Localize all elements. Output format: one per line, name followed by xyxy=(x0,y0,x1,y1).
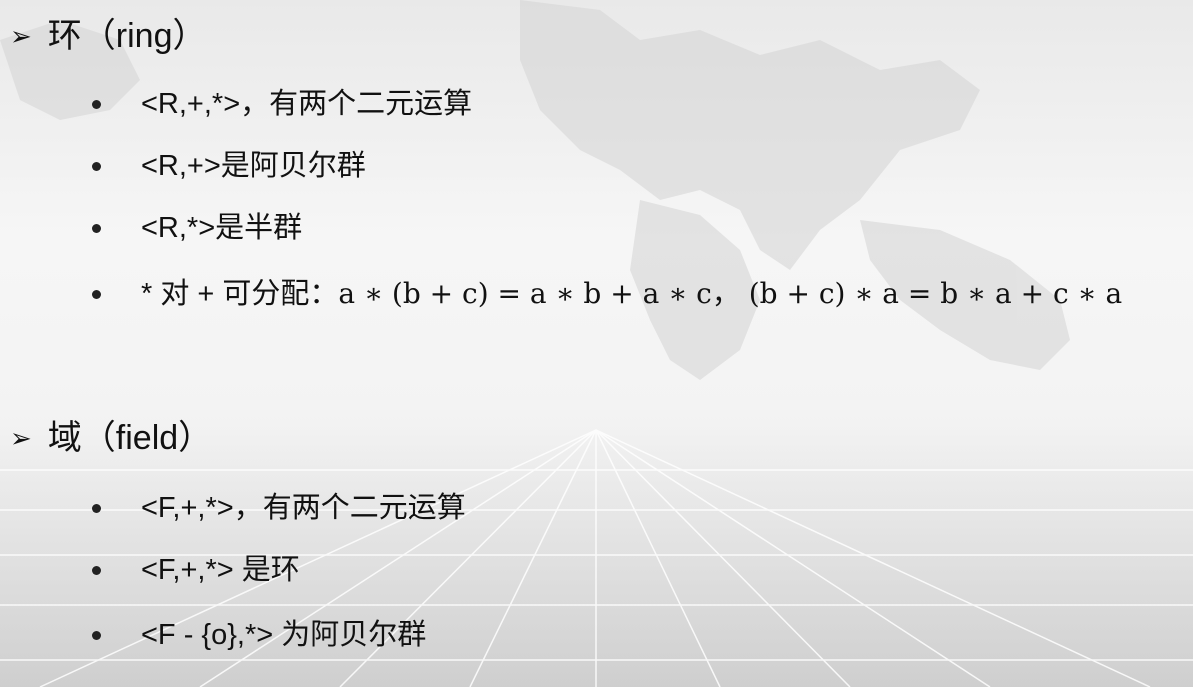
ring-item-3-text: <R,*>是半群 xyxy=(141,212,303,244)
field-item-3-text: <F - {o},*> 为阿贝尔群 xyxy=(141,619,427,651)
slide: ➢ 环（ring） <R,+,*>，有两个二元运算 <R,+>是阿贝尔群 <R,… xyxy=(0,0,1193,687)
bullet-dot-icon xyxy=(92,161,101,171)
bullet-dot-icon xyxy=(92,289,101,299)
ring-item-2: <R,+>是阿贝尔群 xyxy=(88,148,366,184)
bullet-dot-icon xyxy=(92,565,101,575)
field-item-1-text: <F,+,*>，有两个二元运算 xyxy=(141,492,466,524)
bullet-dot-icon xyxy=(92,630,101,640)
distributive-formula: a ∗ (b + c) = a ∗ b + a ∗ c， (b + c) ∗ a… xyxy=(338,277,1123,310)
heading-field-text: 域（field） xyxy=(47,419,213,457)
distributive-label: * 对 + 可分配： xyxy=(141,278,339,310)
field-item-2-text: <F,+,*> 是环 xyxy=(141,554,300,586)
ring-item-1-text: <R,+,*>，有两个二元运算 xyxy=(141,88,473,120)
bullet-dot-icon xyxy=(92,223,101,233)
slide-content: ➢ 环（ring） <R,+,*>，有两个二元运算 <R,+>是阿贝尔群 <R,… xyxy=(0,0,1193,687)
bullet-dot-icon xyxy=(92,99,101,109)
heading-ring: ➢ 环（ring） xyxy=(10,16,207,56)
heading-field: ➢ 域（field） xyxy=(10,418,212,458)
field-item-2: <F,+,*> 是环 xyxy=(88,552,300,588)
ring-item-3: <R,*>是半群 xyxy=(88,210,302,246)
ring-item-2-text: <R,+>是阿贝尔群 xyxy=(141,150,366,182)
arrowhead-icon: ➢ xyxy=(10,21,32,51)
heading-ring-text: 环（ring） xyxy=(47,17,207,55)
field-item-1: <F,+,*>，有两个二元运算 xyxy=(88,490,466,526)
ring-item-1: <R,+,*>，有两个二元运算 xyxy=(88,86,472,122)
arrowhead-icon: ➢ xyxy=(10,423,32,453)
bullet-dot-icon xyxy=(92,503,101,513)
ring-item-distributive: * 对 + 可分配： a ∗ (b + c) = a ∗ b + a ∗ c， … xyxy=(88,276,1122,312)
field-item-3: <F - {o},*> 为阿贝尔群 xyxy=(88,617,426,653)
